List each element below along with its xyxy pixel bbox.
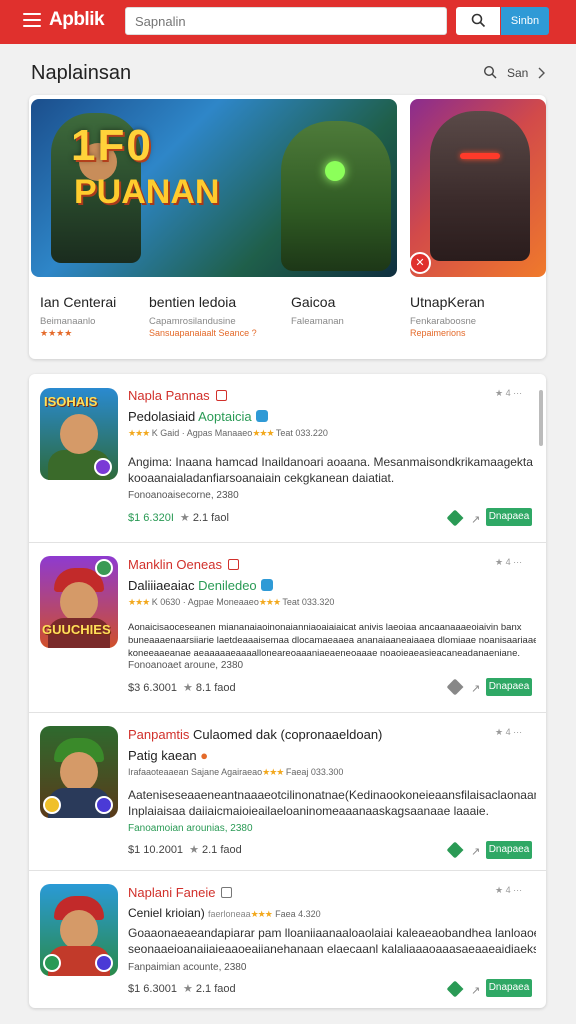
app-icon: ISOHAIS — [40, 388, 118, 480]
app-description: Angima: Inaana hamcad Inaildanoari aoaan… — [128, 455, 533, 485]
list-item[interactable]: ISOHAIS Napla Pannas Pedolasiaid Aoptaic… — [29, 374, 546, 543]
app-rating: ★★★ K Gaid · Agpas Manaaeo★★★ Teat 033.2… — [128, 428, 328, 438]
featured-card[interactable]: bentien ledoia Capamrosilandusine Sansua… — [149, 294, 257, 338]
featured-carousel: 1F0 PUANAN ✕ Ian Centerai Beimanaanlo ★★… — [29, 95, 546, 359]
tag-icon[interactable] — [446, 841, 464, 859]
search-icon[interactable] — [483, 65, 497, 79]
app-title: Manklin Oeneas — [128, 557, 239, 572]
tag-icon[interactable] — [446, 509, 464, 527]
item-menu[interactable]: ★ 4 ··· — [495, 727, 522, 738]
signin-button[interactable]: Sinbn — [501, 7, 549, 35]
featured-meta: ★★★★ — [40, 328, 73, 338]
item-menu[interactable]: ★ 4 ··· — [495, 885, 522, 896]
verified-icon — [260, 579, 273, 591]
download-button[interactable]: Dnapaea — [486, 508, 532, 526]
section-title: Naplainsan — [31, 62, 132, 84]
app-list: ISOHAIS Napla Pannas Pedolasiaid Aoptaic… — [29, 374, 546, 1008]
featured-meta: Repaimerions — [410, 328, 466, 338]
see-all-link[interactable]: San — [507, 66, 528, 80]
search-button[interactable] — [456, 7, 500, 35]
app-logo[interactable]: Apblik — [49, 9, 105, 31]
info-icon — [215, 390, 227, 401]
star-icon: ★ — [179, 512, 190, 524]
robot-character-image — [281, 121, 391, 271]
menu-icon[interactable] — [23, 13, 41, 27]
item-actions: ↗ — [446, 678, 483, 696]
featured-name: Ian Centerai — [40, 294, 117, 310]
pin-icon[interactable]: ↗ — [471, 513, 480, 526]
download-button[interactable]: Dnapaea — [486, 841, 532, 859]
tag-icon[interactable] — [446, 678, 464, 696]
featured-name: Gaicoa — [291, 294, 336, 310]
app-meta: Fonoanoaisecorne, 2380 — [128, 490, 239, 501]
item-actions: ↗ — [446, 509, 483, 527]
list-item[interactable]: Panpamtis Culaomed dak (copronaaeldoan) … — [29, 713, 546, 871]
tag-icon[interactable] — [446, 980, 464, 998]
app-icon: GUUCHIES — [40, 556, 118, 648]
star-icon: ★ — [182, 682, 193, 694]
star-icon: ★ — [189, 844, 199, 856]
app-title: Napla Pannas — [128, 388, 227, 403]
app-footer: $1 6.320I ★ 2.1 faol — [128, 512, 229, 524]
featured-name: bentien ledoia — [149, 294, 237, 310]
featured-sub: Beimanaanlo — [40, 316, 96, 327]
badge-icon: ✕ — [409, 252, 431, 274]
app-rating: Irafaaoteaaean Sajane Agairaeao★★★ Faeaj… — [128, 767, 344, 777]
app-meta: Fonoanoaet aroune, 2380 — [128, 660, 244, 671]
item-actions: ↗ — [446, 980, 483, 998]
app-subtitle: Patig kaean ● — [128, 748, 209, 763]
featured-sub: Fenkaraboosne — [410, 316, 477, 327]
app-footer: $1 10.2001 ★ 2.1 faod — [128, 844, 242, 856]
app-description: Goaaonaeaeandapiarar pam lloaniiaanaaloa… — [128, 926, 536, 956]
featured-sub: Faleamanan — [291, 316, 344, 327]
app-subtitle: Daliiiaeaiac Deniledeo — [128, 578, 273, 593]
search-icon — [471, 13, 486, 28]
featured-card[interactable]: Gaicoa Faleamanan — [291, 294, 344, 328]
app-footer: $1 6.3001 ★ 2.1 faod — [128, 983, 236, 995]
app-subtitle: Ceniel krioian) faerloneaa★★★ Faea 4.320 — [128, 906, 321, 920]
soldier-character-image — [430, 111, 530, 261]
app-rating: ★★★ K 0630 · Agpae Moneaaeo★★★ Teat 033.… — [128, 597, 335, 607]
verified-icon — [255, 410, 268, 422]
app-description: Aateniseseaaeneantnaaaeotcilinonatnae(Ke… — [128, 788, 536, 818]
info-icon — [227, 559, 239, 570]
featured-meta: Sansuapanaiaalt Seance ? — [149, 328, 257, 338]
star-icon: ★ — [182, 983, 193, 995]
download-button[interactable]: Dnapaea — [486, 979, 532, 997]
featured-card[interactable]: UtnapKeran Fenkaraboosne Repaimerions — [410, 294, 485, 338]
item-actions: ↗ — [446, 841, 483, 859]
app-title: Panpamtis Culaomed dak (copronaaeldoan) — [128, 727, 383, 742]
app-icon — [40, 726, 118, 818]
app-title: Naplani Faneie — [128, 885, 233, 900]
list-item[interactable]: Naplani Faneie Ceniel krioian) faerlonea… — [29, 871, 546, 1008]
item-menu[interactable]: ★ 4 ··· — [495, 388, 522, 399]
download-button[interactable]: Dnapaea — [486, 678, 532, 696]
featured-card[interactable]: Ian Centerai Beimanaanlo ★★★★ — [40, 294, 116, 339]
banner-subtitle: PUANAN — [74, 173, 220, 211]
list-item[interactable]: GUUCHIES Manklin Oeneas Daliiiaeaiac Den… — [29, 543, 546, 713]
item-menu[interactable]: ★ 4 ··· — [495, 557, 522, 568]
featured-banner[interactable]: 1F0 PUANAN — [31, 99, 397, 277]
app-description: Aonaicisaoceseanen miananaiaoinonaiannia… — [128, 622, 536, 659]
search-input[interactable] — [125, 7, 447, 35]
pin-icon[interactable]: ↗ — [471, 845, 480, 858]
chevron-right-icon[interactable] — [537, 67, 545, 79]
pin-icon[interactable]: ↗ — [471, 984, 480, 997]
app-icon — [40, 884, 118, 976]
top-bar: Apblik Sinbn — [0, 0, 576, 44]
featured-banner[interactable] — [410, 99, 546, 277]
banner-title: 1F0 — [71, 121, 153, 170]
featured-name: UtnapKeran — [410, 294, 485, 310]
app-meta: Fanoamoian arounias, 2380 — [128, 823, 253, 834]
app-footer: $3 6.3001 ★ 8.1 faod — [128, 682, 236, 694]
app-subtitle: Pedolasiaid Aoptaicia — [128, 409, 268, 424]
pin-icon[interactable]: ↗ — [471, 682, 480, 695]
scrollbar[interactable] — [539, 390, 543, 446]
info-icon — [221, 887, 233, 898]
app-meta: Fanpaimian acounte, 2380 — [128, 962, 247, 973]
featured-sub: Capamrosilandusine — [149, 316, 236, 327]
